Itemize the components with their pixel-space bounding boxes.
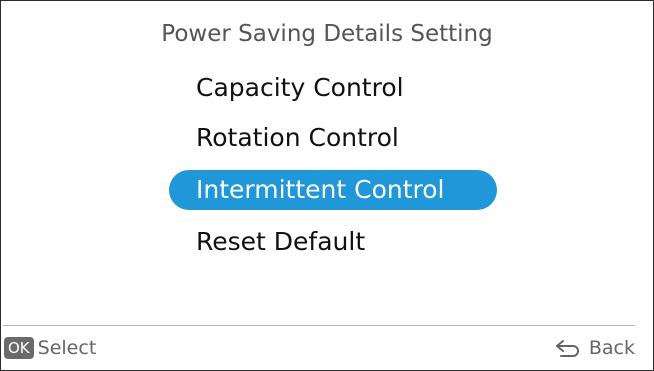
menu-item-rotation-control[interactable]: Rotation Control	[196, 118, 399, 158]
menu-item-capacity-control[interactable]: Capacity Control	[196, 68, 404, 108]
back-button[interactable]: Back	[555, 337, 635, 359]
select-label: Select	[37, 337, 97, 359]
back-label: Back	[588, 337, 635, 359]
footer-divider	[3, 325, 635, 326]
select-hint[interactable]: OK Select	[4, 337, 96, 359]
return-arrow-icon	[555, 340, 579, 357]
screen: Power Saving Details Setting Capacity Co…	[0, 0, 654, 371]
menu-item-intermittent-control[interactable]: Intermittent Control	[169, 170, 497, 210]
page-title: Power Saving Details Setting	[161, 21, 493, 47]
ok-badge: OK	[4, 337, 34, 359]
menu-item-reset-default[interactable]: Reset Default	[196, 222, 365, 262]
